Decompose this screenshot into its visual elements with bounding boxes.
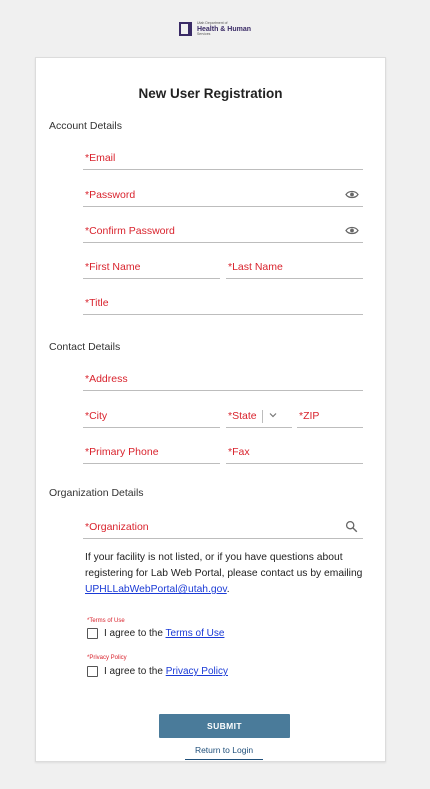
terms-of-use-link[interactable]: Terms of Use	[166, 628, 225, 639]
logo-line-3: Services	[196, 31, 211, 36]
email-label: *Email	[85, 152, 116, 164]
section-contact-details: Contact Details	[49, 341, 121, 353]
eye-icon[interactable]	[345, 226, 359, 235]
organization-label: *Organization	[85, 521, 149, 533]
logo-text: Utah Department of Health & Human Servic…	[196, 21, 251, 36]
state-label: *State	[228, 410, 257, 422]
help-text: If your facility is not listed, or if yo…	[85, 550, 365, 598]
first-name-label: *First Name	[85, 261, 141, 273]
privacy-prefix: I agree to the	[104, 666, 166, 677]
privacy-checkbox[interactable]	[87, 666, 98, 677]
last-name-label: *Last Name	[228, 261, 283, 273]
title-label: *Title	[85, 297, 109, 309]
privacy-policy-link[interactable]: Privacy Policy	[166, 666, 228, 677]
terms-prefix: I agree to the	[104, 628, 166, 639]
zip-label: *ZIP	[299, 410, 320, 422]
confirm-password-label: *Confirm Password	[85, 225, 175, 237]
agency-logo: Utah Department of Health & Human Servic…	[0, 21, 430, 36]
address-label: *Address	[85, 373, 128, 385]
first-name-field[interactable]: *First Name	[83, 259, 220, 279]
password-label: *Password	[85, 189, 136, 201]
city-field[interactable]: *City	[83, 408, 220, 428]
city-label: *City	[85, 410, 108, 422]
section-account-details: Account Details	[49, 120, 122, 132]
section-organization-details: Organization Details	[49, 487, 144, 499]
return-to-login-link[interactable]: Return to Login	[185, 745, 263, 760]
privacy-agreement-row: I agree to the Privacy Policy	[87, 666, 228, 677]
eye-icon[interactable]	[345, 190, 359, 199]
terms-text: I agree to the Terms of Use	[104, 628, 224, 639]
address-field[interactable]: *Address	[83, 371, 363, 391]
page-title: New User Registration	[138, 86, 283, 101]
support-email-link[interactable]: UPHLLabWebPortal@utah.gov	[85, 584, 227, 595]
primary-phone-label: *Primary Phone	[85, 446, 159, 458]
help-text-suffix: .	[226, 584, 230, 595]
fax-field[interactable]: *Fax	[226, 444, 363, 464]
zip-field[interactable]: *ZIP	[297, 408, 363, 428]
title-field[interactable]: *Title	[83, 295, 363, 315]
state-divider	[262, 410, 263, 423]
fax-label: *Fax	[228, 446, 250, 458]
privacy-required-label: *Privacy Policy	[87, 655, 127, 661]
last-name-field[interactable]: *Last Name	[226, 259, 363, 279]
primary-phone-field[interactable]: *Primary Phone	[83, 444, 220, 464]
terms-agreement-row: I agree to the Terms of Use	[87, 628, 224, 639]
terms-checkbox[interactable]	[87, 628, 98, 639]
chevron-down-icon[interactable]	[269, 412, 277, 418]
logo-mark-icon	[178, 22, 192, 36]
email-field[interactable]: *Email	[83, 150, 363, 170]
terms-required-label: *Terms of Use	[87, 618, 125, 624]
privacy-text: I agree to the Privacy Policy	[104, 666, 228, 677]
search-icon[interactable]	[345, 520, 358, 533]
confirm-password-field[interactable]: *Confirm Password	[83, 223, 363, 243]
submit-button[interactable]: SUBMIT	[159, 714, 290, 738]
password-field[interactable]: *Password	[83, 187, 363, 207]
organization-search-field[interactable]: *Organization	[83, 519, 363, 539]
state-select[interactable]: *State	[226, 408, 292, 428]
help-text-body: If your facility is not listed, or if yo…	[85, 552, 363, 579]
